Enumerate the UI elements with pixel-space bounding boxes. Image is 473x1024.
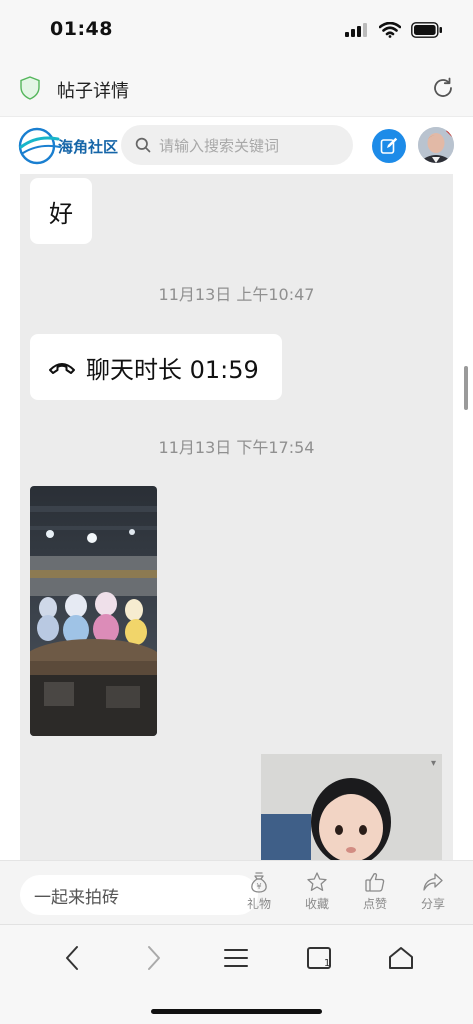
comment-input[interactable]: 一起来拍砖 bbox=[20, 875, 258, 915]
call-duration-text: 聊天时长 01:59 bbox=[86, 355, 259, 384]
svg-text:1: 1 bbox=[324, 958, 330, 969]
home-button[interactable] bbox=[383, 940, 419, 976]
chat-timestamp: 11月13日 下午17:54 bbox=[158, 438, 315, 457]
home-indicator[interactable] bbox=[151, 1009, 322, 1014]
message-text: 好 bbox=[49, 199, 73, 228]
chat-photo-child[interactable]: ▾ bbox=[261, 754, 442, 860]
battery-icon bbox=[411, 22, 442, 38]
favorite-button[interactable]: 收藏 bbox=[297, 871, 337, 912]
site-logo[interactable]: 海角社区 bbox=[18, 125, 118, 167]
child-photo-image bbox=[261, 754, 442, 860]
thumbs-up-icon bbox=[365, 873, 385, 892]
forward-icon bbox=[148, 946, 160, 970]
favorite-label: 收藏 bbox=[304, 897, 329, 911]
edit-post-button[interactable] bbox=[372, 129, 406, 163]
chat-photo-plush-toys[interactable] bbox=[30, 486, 157, 736]
menu-icon bbox=[224, 949, 248, 967]
shield-icon bbox=[20, 76, 40, 100]
gift-label: 礼物 bbox=[246, 897, 271, 911]
gift-button[interactable]: ¥ 礼物 bbox=[239, 871, 279, 912]
user-avatar[interactable] bbox=[418, 127, 454, 163]
avatar-image bbox=[418, 127, 454, 163]
plush-toys-image bbox=[30, 486, 157, 736]
status-icons bbox=[345, 22, 443, 38]
browser-url-bar: 帖子详情 bbox=[0, 62, 473, 116]
like-button[interactable]: 点赞 bbox=[355, 871, 395, 912]
like-label: 点赞 bbox=[362, 897, 387, 911]
call-duration-bubble: 聊天时长 01:59 bbox=[30, 334, 282, 400]
scrollbar[interactable] bbox=[464, 366, 468, 410]
share-button[interactable]: 分享 bbox=[413, 871, 453, 912]
browser-navigation-bar: 1 bbox=[0, 924, 473, 1024]
logo-text: 海角社区 bbox=[58, 137, 119, 156]
gift-icon: ¥ bbox=[251, 872, 267, 893]
post-toolbar: 一起来拍砖 ¥ 礼物 收藏 点赞 分享 bbox=[0, 860, 473, 924]
cellular-signal-icon bbox=[345, 23, 367, 37]
chat-screenshot: 好 11月13日 上午10:47 聊天时长 01:59 11月13日 下午17:… bbox=[20, 174, 453, 860]
back-icon bbox=[66, 946, 78, 970]
share-label: 分享 bbox=[420, 897, 445, 911]
menu-button[interactable] bbox=[218, 940, 254, 976]
search-placeholder: 请输入搜索关键词 bbox=[159, 136, 280, 155]
status-time: 01:48 bbox=[50, 18, 113, 40]
wifi-icon bbox=[379, 22, 401, 38]
forward-button[interactable] bbox=[136, 940, 172, 976]
phone-icon bbox=[49, 363, 75, 374]
chat-timestamp: 11月13日 上午10:47 bbox=[158, 285, 315, 304]
chat-bubble: 好 bbox=[30, 178, 92, 244]
site-header: 海角社区 请输入搜索关键词 bbox=[0, 116, 473, 174]
page-title: 帖子详情 bbox=[57, 81, 129, 102]
tabs-icon: 1 bbox=[307, 947, 331, 969]
search-input[interactable]: 请输入搜索关键词 bbox=[121, 125, 353, 165]
post-content: 好 11月13日 上午10:47 聊天时长 01:59 11月13日 下午17:… bbox=[0, 174, 473, 860]
tabs-button[interactable]: 1 bbox=[301, 940, 337, 976]
star-icon bbox=[307, 872, 327, 891]
share-icon bbox=[423, 873, 443, 891]
search-icon bbox=[135, 137, 151, 153]
edit-icon bbox=[380, 137, 398, 154]
comment-placeholder: 一起来拍砖 bbox=[34, 887, 119, 908]
media-badge-icon: ▾ bbox=[430, 758, 436, 769]
home-icon bbox=[389, 947, 413, 969]
status-bar: 01:48 bbox=[0, 0, 473, 62]
svg-text:¥: ¥ bbox=[256, 882, 261, 891]
reload-icon[interactable] bbox=[431, 76, 455, 100]
back-button[interactable] bbox=[54, 940, 90, 976]
